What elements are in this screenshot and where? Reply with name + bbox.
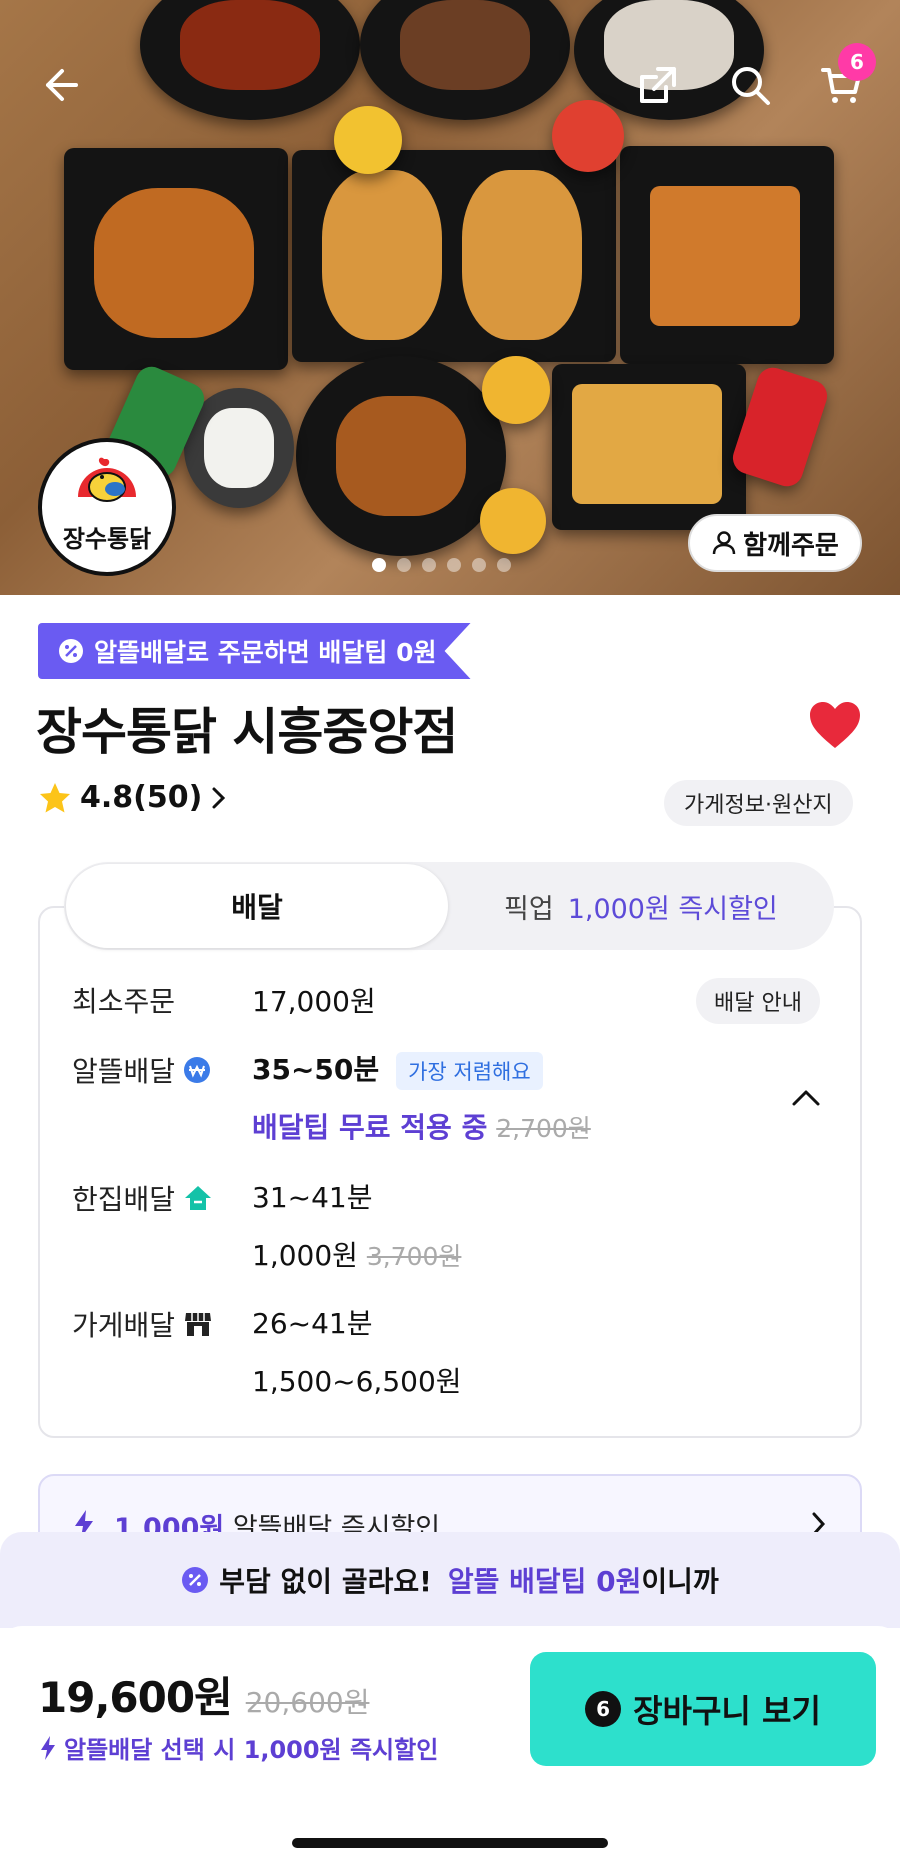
delivery-guide-button[interactable]: 배달 안내	[696, 978, 820, 1024]
carousel-dot[interactable]	[397, 558, 411, 572]
notice-pre-text: 부담 없이 골라요!	[219, 1565, 432, 1598]
cart-count-badge: 6	[838, 43, 876, 81]
single-delivery-label: 한집배달	[72, 1178, 213, 1218]
food-plate	[620, 146, 834, 364]
food-plate	[360, 0, 570, 120]
store-logo: 장수통닭	[38, 438, 176, 576]
carousel-dot[interactable]	[472, 558, 486, 572]
price-original: 20,600원	[245, 1686, 370, 1719]
back-arrow-icon	[46, 69, 78, 101]
rating-value: 4.8(50)	[80, 780, 203, 815]
min-order-label: 최소주문	[72, 985, 176, 1018]
carousel-dot[interactable]	[372, 558, 386, 572]
store-delivery-label: 가게배달	[72, 1304, 213, 1344]
bottom-order-bar: 19,600원 20,600원 알뜰배달 선택 시 1,000원 즉시할인 6 …	[0, 1626, 900, 1868]
single-delivery-fee-row: 1,000원 3,700원	[252, 1234, 461, 1274]
star-icon	[40, 782, 70, 812]
carousel-dot[interactable]	[447, 558, 461, 572]
free-tip-notice: 부담 없이 골라요! 알뜰 배달팁 0원이니까	[0, 1532, 900, 1628]
tab-pickup-label: 픽업	[504, 893, 554, 925]
share-button[interactable]	[628, 55, 688, 115]
chevron-up-icon[interactable]	[790, 1086, 822, 1108]
home-indicator[interactable]	[292, 1838, 608, 1848]
store-info-origin-button[interactable]: 가게정보·원산지	[664, 780, 853, 826]
store-delivery-time: 26~41분	[252, 1307, 373, 1340]
saver-delivery-fee: 배달팁 무료 적용 중	[252, 1111, 488, 1144]
sauce-cup	[482, 356, 550, 424]
rating-link[interactable]: 4.8(50)	[38, 780, 228, 815]
store-delivery-label-text: 가게배달	[72, 1309, 176, 1342]
single-delivery-label-text: 한집배달	[72, 1183, 176, 1216]
store-hero-image: 6 장수통닭 함께주문	[0, 0, 900, 595]
saver-delivery-fee-row: 배달팁 무료 적용 중 2,700원	[252, 1106, 591, 1146]
together-order-button[interactable]: 함께주문	[688, 514, 862, 572]
promo-tag-text: 알뜰배달로 주문하면 배달팁 0원	[94, 638, 437, 667]
store-name: 장수통닭 시흥중앙점	[36, 703, 458, 761]
single-delivery-fee: 1,000원	[252, 1239, 358, 1272]
logo-text: 장수통닭	[62, 525, 152, 553]
carousel-dot[interactable]	[422, 558, 436, 572]
price-note-text: 알뜰배달 선택 시 1,000원 즉시할인	[64, 1736, 439, 1764]
promo-tag: 알뜰배달로 주문하면 배달팁 0원	[38, 623, 471, 679]
sauce-cup	[552, 100, 624, 172]
discount-badge-icon	[182, 1567, 209, 1593]
sauce-cup	[480, 488, 546, 554]
pickup-discount-text: 1,000원 즉시할인	[567, 893, 778, 925]
food-plate	[140, 0, 360, 120]
notice-highlight: 알뜰 배달팁 0원이니까	[448, 1560, 719, 1600]
person-icon	[712, 531, 736, 555]
food-plate	[64, 148, 288, 370]
carousel-dots[interactable]	[372, 558, 511, 572]
saver-delivery-fee-original: 2,700원	[496, 1114, 591, 1143]
total-price: 19,600원 20,600원	[38, 1664, 369, 1725]
view-cart-button[interactable]: 6 장바구니 보기	[530, 1652, 876, 1766]
saver-delivery-time: 35~50분	[252, 1053, 380, 1086]
discount-badge-icon	[59, 639, 83, 663]
saver-delivery-time-row: 35~50분 가장 저렴해요	[252, 1048, 543, 1090]
lightning-icon	[41, 1735, 55, 1760]
min-order-value: 17,000원	[252, 985, 376, 1018]
tab-pickup[interactable]: 픽업 1,000원 즉시할인	[504, 862, 778, 950]
cart-button[interactable]: 6	[812, 43, 876, 115]
price-note: 알뜰배달 선택 시 1,000원 즉시할인	[38, 1730, 438, 1765]
search-icon	[732, 67, 770, 105]
store-delivery-fee: 1,500~6,500원	[252, 1365, 462, 1398]
single-delivery-fee-original: 3,700원	[366, 1242, 462, 1271]
notice-highlight-text: 알뜰 배달팁 0원	[447, 1565, 642, 1598]
storefront-icon	[185, 1313, 212, 1336]
food-plate	[552, 364, 746, 530]
single-delivery-time: 31~41분	[252, 1181, 373, 1214]
view-cart-label: 장바구니 보기	[633, 1692, 821, 1730]
cart-count: 6	[585, 1691, 622, 1727]
saver-delivery-icon	[184, 1057, 211, 1083]
chevron-right-icon	[212, 787, 226, 808]
together-order-label: 함께주문	[743, 530, 839, 561]
notice-post-text: 이니까	[641, 1565, 719, 1598]
favorite-heart-icon[interactable]	[808, 700, 862, 750]
search-button[interactable]	[720, 55, 780, 115]
sauce-cup	[334, 106, 402, 174]
back-button[interactable]	[28, 55, 88, 115]
saver-delivery-label-text: 알뜰배달	[72, 1055, 176, 1088]
food-plate	[292, 150, 616, 362]
saver-delivery-label: 알뜰배달	[72, 1050, 211, 1090]
price-current: 19,600원	[38, 1673, 233, 1722]
chicken-logo-icon	[78, 457, 136, 502]
food-plate	[296, 356, 506, 556]
carousel-dot[interactable]	[497, 558, 511, 572]
cheapest-badge: 가장 저렴해요	[396, 1052, 543, 1090]
order-type-tabs: 배달 픽업 1,000원 즉시할인	[64, 862, 834, 950]
tab-delivery[interactable]: 배달	[66, 864, 448, 948]
share-icon	[640, 67, 676, 103]
house-icon	[185, 1186, 212, 1210]
